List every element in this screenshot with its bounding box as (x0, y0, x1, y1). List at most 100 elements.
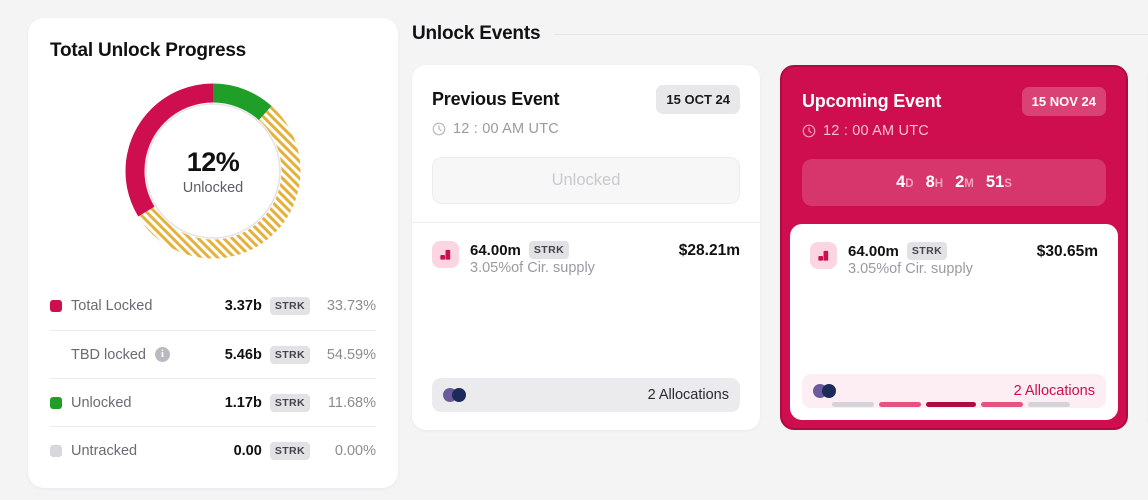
upcoming-allocation-unit-badge: STRK (906, 242, 948, 260)
previous-event-name: Previous Event (432, 89, 560, 109)
upcoming-event-header: Upcoming Event 15 NOV 24 12 : 00 AM UTC (782, 67, 1126, 139)
pagination-bar-4[interactable] (981, 402, 1023, 407)
allocation-avatars (813, 384, 839, 398)
avatar (452, 388, 466, 402)
previous-event-status-label: Unlocked (551, 171, 621, 189)
upcoming-allocation-amount: 64.00m (848, 242, 899, 260)
legend-row-unlocked[interactable]: Unlocked 1.17b STRK 11.68% (50, 378, 376, 426)
legend-row-total-locked[interactable]: Total Locked 3.37b STRK 33.73% (50, 282, 376, 330)
pagination-bar-3-active[interactable] (926, 402, 976, 407)
carousel-pagination[interactable] (832, 402, 1070, 407)
upcoming-allocation-text: 64.00m STRK 3.05%of Cir. supply (848, 242, 973, 278)
pagination-bar-2[interactable] (879, 402, 921, 407)
previous-allocation-supply: 3.05%of Cir. supply (470, 260, 595, 276)
legend-value: 0.00 (233, 442, 262, 459)
countdown-days-segment: 4D (896, 173, 914, 192)
unlock-dashboard: Total Unlock Progress 12% Unlocked Total… (0, 0, 1148, 500)
previous-allocations-count: 2 Allocations (647, 387, 729, 403)
legend-label: Unlocked (71, 394, 132, 411)
previous-allocation-text: 64.00m STRK 3.05%of Cir. supply (470, 241, 595, 277)
countdown-days-value: 4 (896, 173, 906, 191)
bar-steps-glyph (818, 250, 829, 261)
previous-event-body: 64.00m STRK 3.05%of Cir. supply $28.21m (412, 222, 760, 430)
previous-allocation-unit-badge: STRK (528, 241, 570, 259)
legend-percent: 33.73% (326, 298, 376, 314)
countdown-hours-value: 8 (925, 173, 935, 191)
pagination-bar-1[interactable] (832, 402, 874, 407)
upcoming-event-card[interactable]: Upcoming Event 15 NOV 24 12 : 00 AM UTC … (780, 65, 1128, 430)
previous-allocation-amount: 64.00m (470, 241, 521, 259)
countdown-seconds-value: 51 (985, 173, 1005, 191)
previous-event-time-row: 12 : 00 AM UTC (432, 121, 740, 137)
pagination-bar-5[interactable] (1028, 402, 1070, 407)
legend-percent: 11.68% (327, 394, 376, 411)
legend-swatch-icon (50, 396, 62, 409)
progress-card-title: Total Unlock Progress (50, 40, 247, 61)
donut-percent-value: 12% (186, 146, 240, 177)
unlock-events-header: Unlock Events (412, 18, 1148, 50)
donut-percent-caption: Unlocked (182, 179, 244, 196)
legend-unit-badge: STRK (269, 297, 310, 315)
legend-swatch-icon (50, 444, 62, 457)
section-title: Unlock Events (412, 23, 541, 44)
legend-swatch-icon (50, 349, 62, 361)
previous-allocations-footer[interactable]: 2 Allocations (432, 378, 740, 412)
previous-event-time: 12 : 00 AM UTC (453, 121, 559, 137)
legend-percent: 0.00% (334, 442, 376, 459)
legend-unit-badge: STRK (269, 441, 310, 460)
info-icon[interactable]: i (154, 347, 170, 362)
legend-label: TBD locked (71, 346, 146, 363)
legend-label: Untracked (71, 442, 138, 459)
upcoming-event-title-row: Upcoming Event 15 NOV 24 (802, 87, 1106, 116)
unlock-bars-icon (432, 241, 459, 268)
clock-icon (802, 124, 816, 138)
previous-event-date-badge: 15 OCT 24 (656, 85, 740, 114)
legend-row-untracked[interactable]: Untracked 0.00 STRK 0.00% (50, 426, 376, 474)
upcoming-allocation-supply: 3.05%of Cir. supply (848, 261, 973, 277)
legend-label: Total Locked (71, 298, 153, 314)
upcoming-event-name: Upcoming Event (802, 91, 942, 111)
event-cards-carousel[interactable]: Previous Event 15 OCT 24 12 : 00 AM UTC … (412, 65, 1148, 435)
legend-value: 5.46b (224, 346, 262, 363)
previous-event-status-button[interactable]: Unlocked (432, 157, 740, 204)
legend-unit-badge: STRK (269, 345, 310, 364)
total-unlock-progress-card: Total Unlock Progress 12% Unlocked Total… (28, 18, 398, 488)
upcoming-event-date-badge: 15 NOV 24 (1021, 87, 1106, 116)
previous-allocation-amount-row: 64.00m STRK (470, 241, 595, 259)
countdown-hours-unit: H (934, 178, 944, 190)
unlock-events-section: Unlock Events Previous Event 15 OCT 24 1… (412, 18, 1148, 435)
countdown-hours-segment: 8H (926, 173, 944, 192)
previous-allocation-usd: $28.21m (678, 242, 740, 259)
legend-value: 1.17b (224, 394, 262, 411)
upcoming-event-body: 64.00m STRK 3.05%of Cir. supply $30.65m (790, 224, 1118, 420)
legend-row-tbd-locked[interactable]: TBD locked i 5.46b STRK 54.59% (50, 330, 376, 378)
countdown-days-unit: D (905, 178, 914, 190)
previous-event-title-row: Previous Event 15 OCT 24 (432, 85, 740, 114)
clock-icon (432, 122, 446, 136)
unlock-progress-donut-chart: 12% Unlocked (120, 78, 306, 264)
countdown-minutes-segment: 2M (955, 173, 974, 192)
countdown-seconds-unit: S (1004, 178, 1012, 190)
upcoming-event-time: 12 : 00 AM UTC (823, 123, 929, 139)
bar-steps-glyph (440, 249, 451, 260)
upcoming-event-time-row: 12 : 00 AM UTC (802, 123, 1106, 139)
legend-value: 3.37b (224, 298, 262, 314)
previous-event-card[interactable]: Previous Event 15 OCT 24 12 : 00 AM UTC … (412, 65, 760, 430)
avatar (822, 384, 836, 398)
upcoming-event-allocation-row[interactable]: 64.00m STRK 3.05%of Cir. supply $30.65m (790, 224, 1118, 278)
unlock-bars-icon (810, 242, 837, 269)
legend-swatch-icon (50, 300, 62, 312)
countdown-seconds-segment: 51S (986, 173, 1012, 192)
previous-event-header: Previous Event 15 OCT 24 12 : 00 AM UTC (412, 65, 760, 137)
allocation-avatars (443, 388, 469, 402)
previous-event-allocation-row[interactable]: 64.00m STRK 3.05%of Cir. supply $28.21m (412, 223, 760, 277)
upcoming-allocation-amount-row: 64.00m STRK (848, 242, 973, 260)
upcoming-allocations-count: 2 Allocations (1013, 383, 1095, 399)
upcoming-event-countdown: 4D 8H 2M 51S (802, 159, 1106, 206)
countdown-minutes-value: 2 (955, 173, 965, 191)
upcoming-allocation-usd: $30.65m (1036, 243, 1098, 260)
header-divider (554, 33, 1148, 35)
progress-legend: Total Locked 3.37b STRK 33.73% TBD locke… (28, 282, 398, 474)
legend-unit-badge: STRK (269, 393, 310, 412)
countdown-minutes-unit: M (964, 178, 974, 190)
